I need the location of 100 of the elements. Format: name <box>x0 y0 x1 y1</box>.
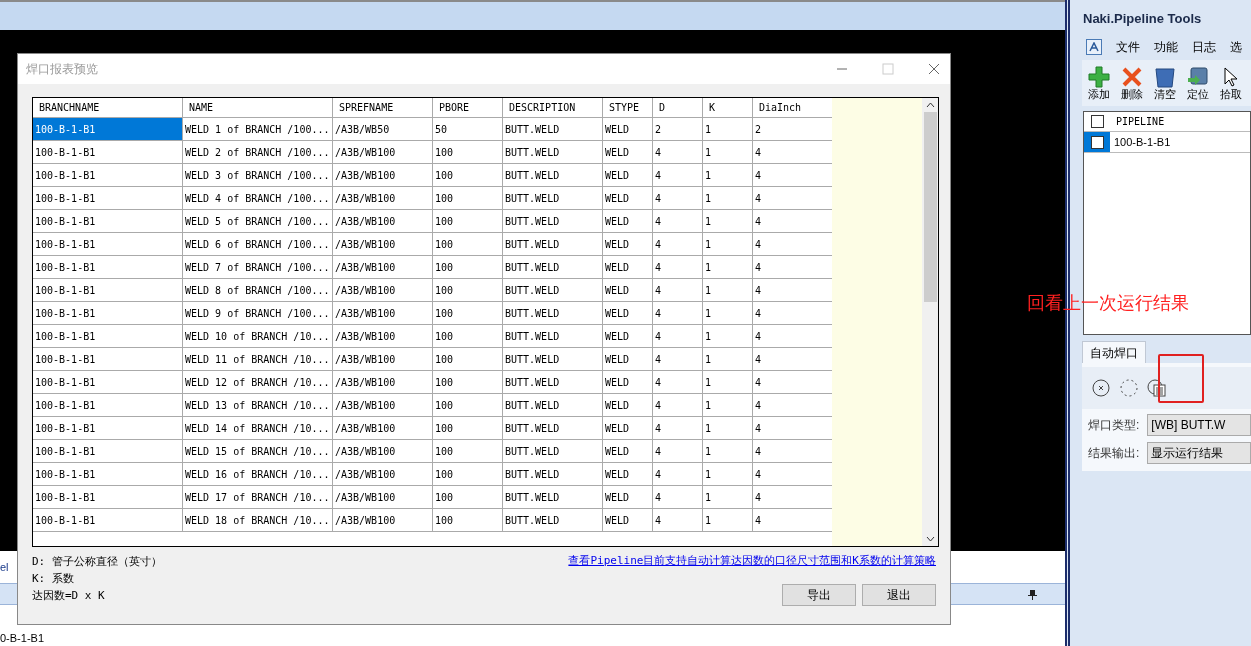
table-cell[interactable]: BUTT.WELD <box>503 233 603 256</box>
table-cell[interactable]: 4 <box>653 233 703 256</box>
table-cell[interactable]: 4 <box>653 509 703 532</box>
toolbar-button[interactable]: 添加 <box>1085 65 1112 101</box>
table-cell[interactable]: 4 <box>653 417 703 440</box>
menu-item[interactable]: 文件 <box>1116 38 1140 56</box>
table-cell[interactable]: 100-B-1-B1 <box>33 302 183 325</box>
scrollbar[interactable] <box>922 98 938 546</box>
table-cell[interactable]: WELD <box>603 417 653 440</box>
table-cell[interactable]: WELD 3 of BRANCH /100... <box>183 164 333 187</box>
table-cell[interactable]: BUTT.WELD <box>503 486 603 509</box>
table-cell[interactable]: 4 <box>653 371 703 394</box>
table-cell[interactable]: /A3B/WB100 <box>333 463 433 486</box>
table-cell[interactable]: 100-B-1-B1 <box>33 164 183 187</box>
dropdown-field[interactable]: [WB] BUTT.W <box>1147 414 1251 436</box>
table-cell[interactable]: 100 <box>433 486 503 509</box>
circle-cross-icon[interactable] <box>1090 377 1112 399</box>
table-cell[interactable]: /A3B/WB100 <box>333 486 433 509</box>
table-cell[interactable]: 100 <box>433 325 503 348</box>
table-cell[interactable]: WELD <box>603 187 653 210</box>
table-cell[interactable]: 4 <box>653 348 703 371</box>
dropdown-field[interactable]: 显示运行结果 <box>1147 442 1251 464</box>
table-cell[interactable]: 1 <box>703 164 753 187</box>
table-cell[interactable]: 100 <box>433 187 503 210</box>
menu-item[interactable]: 选 <box>1230 38 1242 56</box>
table-cell[interactable]: 4 <box>653 394 703 417</box>
checkbox[interactable] <box>1090 115 1104 128</box>
table-cell[interactable]: WELD <box>603 486 653 509</box>
table-cell[interactable]: 1 <box>703 394 753 417</box>
table-cell[interactable]: 1 <box>703 141 753 164</box>
table-cell[interactable]: 4 <box>653 210 703 233</box>
table-cell[interactable]: WELD 12 of BRANCH /10... <box>183 371 333 394</box>
table-cell[interactable]: /A3B/WB100 <box>333 164 433 187</box>
table-cell[interactable]: 100 <box>433 348 503 371</box>
table-cell[interactable]: 1 <box>703 348 753 371</box>
table-cell[interactable]: BUTT.WELD <box>503 302 603 325</box>
table-cell[interactable]: 1 <box>703 210 753 233</box>
table-cell[interactable]: BUTT.WELD <box>503 371 603 394</box>
table-cell[interactable]: BUTT.WELD <box>503 440 603 463</box>
table-cell[interactable]: 1 <box>703 463 753 486</box>
table-cell[interactable]: /A3B/WB100 <box>333 279 433 302</box>
table-cell[interactable]: WELD 6 of BRANCH /100... <box>183 233 333 256</box>
table-cell[interactable]: 1 <box>703 256 753 279</box>
table-cell[interactable]: 100 <box>433 141 503 164</box>
table-cell[interactable]: /A3B/WB100 <box>333 141 433 164</box>
table-cell[interactable]: WELD <box>603 325 653 348</box>
close-icon[interactable] <box>928 63 940 75</box>
table-cell[interactable]: WELD <box>603 509 653 532</box>
table-cell[interactable]: WELD <box>603 210 653 233</box>
dotted-circle-icon[interactable] <box>1118 377 1140 399</box>
table-cell[interactable]: WELD <box>603 394 653 417</box>
table-cell[interactable]: WELD 9 of BRANCH /100... <box>183 302 333 325</box>
table-cell[interactable]: 4 <box>653 164 703 187</box>
table-cell[interactable]: BUTT.WELD <box>503 164 603 187</box>
table-cell[interactable]: /A3B/WB50 <box>333 118 433 141</box>
table-cell[interactable]: /A3B/WB100 <box>333 394 433 417</box>
table-cell[interactable]: 4 <box>653 325 703 348</box>
table-cell[interactable]: /A3B/WB100 <box>333 325 433 348</box>
table-cell[interactable]: 100 <box>433 302 503 325</box>
menu-item[interactable]: 功能 <box>1154 38 1178 56</box>
table-cell[interactable]: 4 <box>653 302 703 325</box>
table-cell[interactable]: 2 <box>653 118 703 141</box>
table-cell[interactable]: 100 <box>433 210 503 233</box>
table-cell[interactable]: 100-B-1-B1 <box>33 348 183 371</box>
table-cell[interactable]: WELD 2 of BRANCH /100... <box>183 141 333 164</box>
table-cell[interactable]: 100-B-1-B1 <box>33 394 183 417</box>
table-cell[interactable]: /A3B/WB100 <box>333 187 433 210</box>
menu-item[interactable]: 日志 <box>1192 38 1216 56</box>
table-cell[interactable]: 4 <box>653 463 703 486</box>
table-cell[interactable]: 100 <box>433 509 503 532</box>
table-cell[interactable]: WELD 5 of BRANCH /100... <box>183 210 333 233</box>
table-cell[interactable]: WELD 7 of BRANCH /100... <box>183 256 333 279</box>
table-cell[interactable]: 1 <box>703 302 753 325</box>
table-cell[interactable]: 100 <box>433 463 503 486</box>
table-cell[interactable]: 100-B-1-B1 <box>33 325 183 348</box>
table-cell[interactable]: 1 <box>703 233 753 256</box>
table-cell[interactable]: WELD 16 of BRANCH /10... <box>183 463 333 486</box>
table-cell[interactable]: 4 <box>653 141 703 164</box>
table-cell[interactable]: WELD <box>603 141 653 164</box>
table-cell[interactable]: BUTT.WELD <box>503 325 603 348</box>
table-cell[interactable]: 100-B-1-B1 <box>33 256 183 279</box>
table-cell[interactable]: WELD <box>603 440 653 463</box>
table-cell[interactable]: 50 <box>433 118 503 141</box>
table-cell[interactable]: BUTT.WELD <box>503 187 603 210</box>
table-cell[interactable]: BUTT.WELD <box>503 394 603 417</box>
table-cell[interactable]: BUTT.WELD <box>503 118 603 141</box>
table-cell[interactable]: 100-B-1-B1 <box>33 141 183 164</box>
table-cell[interactable]: 1 <box>703 486 753 509</box>
table-cell[interactable]: WELD 13 of BRANCH /10... <box>183 394 333 417</box>
table-cell[interactable]: 100-B-1-B1 <box>33 233 183 256</box>
checkbox[interactable] <box>1090 135 1104 149</box>
table-cell[interactable]: 1 <box>703 440 753 463</box>
table-cell[interactable]: 4 <box>653 256 703 279</box>
table-cell[interactable]: WELD 14 of BRANCH /10... <box>183 417 333 440</box>
table-cell[interactable]: BUTT.WELD <box>503 256 603 279</box>
toolbar-button[interactable]: 清空 <box>1151 65 1178 101</box>
table-cell[interactable]: /A3B/WB100 <box>333 210 433 233</box>
table-cell[interactable]: 1 <box>703 187 753 210</box>
table-cell[interactable]: WELD <box>603 463 653 486</box>
table-cell[interactable]: WELD <box>603 164 653 187</box>
